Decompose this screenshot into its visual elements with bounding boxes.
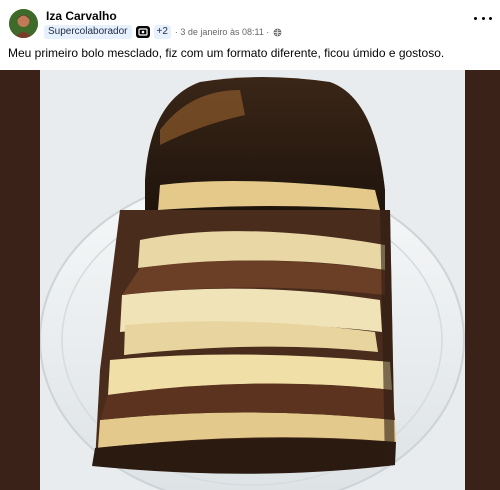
post-header: Iza Carvalho Supercolaborador +2 · 3 de … [0, 0, 500, 40]
badge-count[interactable]: +2 [153, 25, 171, 39]
post-timestamp[interactable]: · 3 de janeiro às 08:11 · [175, 27, 269, 37]
post-media[interactable] [0, 70, 500, 490]
author-name[interactable]: Iza Carvalho [46, 9, 117, 23]
author-avatar[interactable] [9, 9, 38, 38]
supercolaborador-badge[interactable]: Supercolaborador [44, 25, 132, 39]
community-badge-icon[interactable] [135, 26, 150, 38]
marble-cake-illustration [40, 70, 465, 490]
more-options-icon[interactable] [474, 11, 492, 25]
globe-icon [273, 28, 282, 36]
marble-cake-photo[interactable] [40, 70, 465, 490]
post-text: Meu primeiro bolo mesclado, fiz com um f… [8, 46, 445, 60]
author-meta: Supercolaborador +2 · 3 de janeiro às 08… [44, 25, 282, 39]
avatar-image [9, 9, 38, 38]
